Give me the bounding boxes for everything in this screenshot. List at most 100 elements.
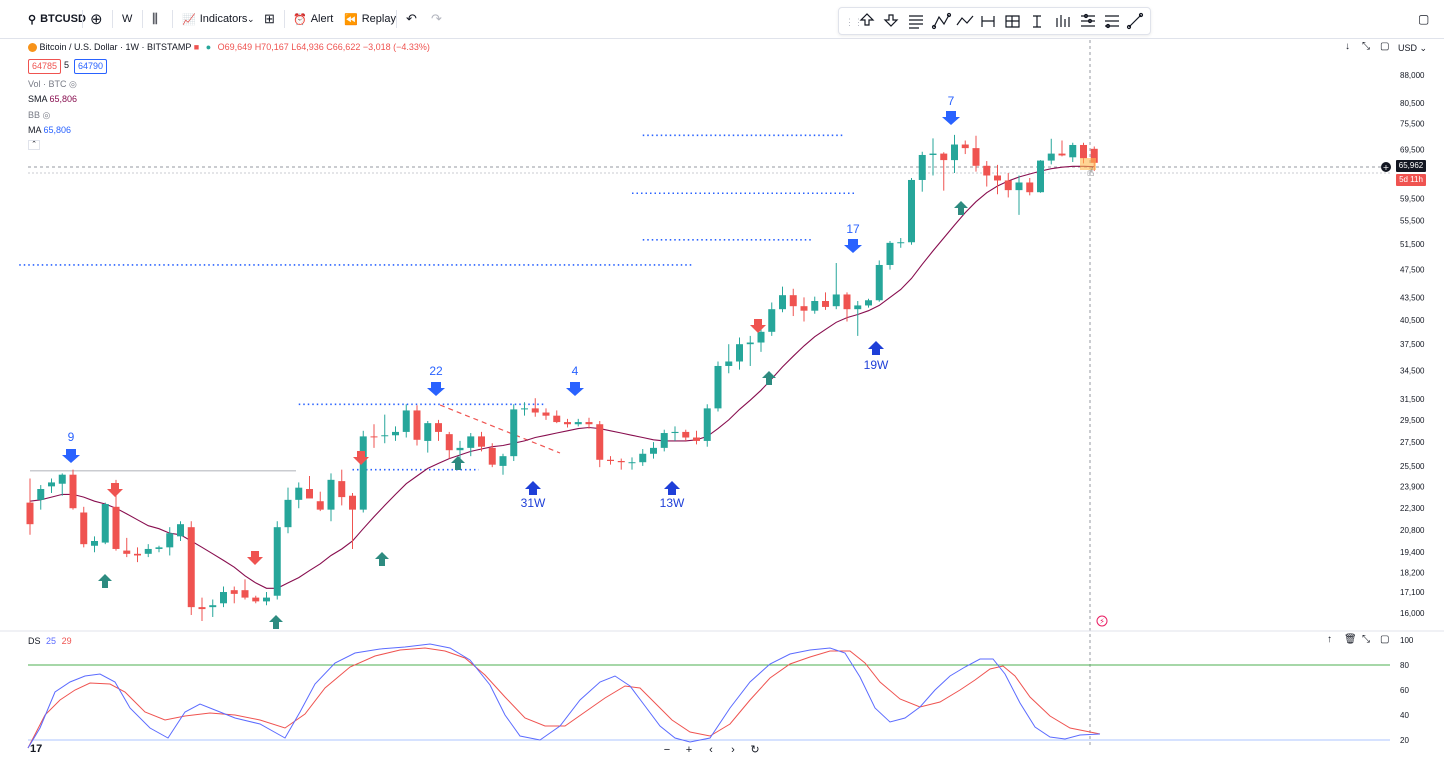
collapse-arrows-icon[interactable]: ⤡ <box>1362 634 1370 645</box>
candle-body <box>48 482 55 487</box>
price-axis-label: 19,400 <box>1400 548 1425 557</box>
candle-body <box>843 294 851 310</box>
candle-body <box>101 504 109 543</box>
blue-up-arrow-icon <box>664 481 680 495</box>
candle-body <box>961 144 969 149</box>
price-chart[interactable]: 88,000 80,500 75,500 69,500 59,500 55,500 51,5… <box>0 0 1444 758</box>
candle-body <box>703 408 711 441</box>
candle-body <box>671 431 679 434</box>
week-label: 19W <box>864 358 889 372</box>
candle-body <box>166 533 174 548</box>
candle-body <box>951 144 958 161</box>
candle-body <box>768 309 776 332</box>
candle-body <box>209 605 217 608</box>
candle-body <box>811 301 819 311</box>
candle-body <box>617 460 625 463</box>
candle-body <box>155 547 163 549</box>
price-axis[interactable]: 88,000 80,500 75,500 69,500 59,500 55,500 51,5… <box>1400 71 1425 618</box>
candle-body <box>80 512 88 545</box>
osc-axis-label: 80 <box>1400 661 1409 670</box>
candle-body <box>607 459 614 461</box>
hand-cursor-icon: ☝ <box>1087 165 1094 179</box>
candle-body <box>596 424 604 460</box>
candle-body <box>542 412 550 416</box>
oscillator-fast-line <box>27 643 1101 749</box>
trash-icon[interactable]: 🗑 <box>1344 634 1357 645</box>
candle-body <box>875 264 883 301</box>
candle-body <box>134 553 141 556</box>
candle-body <box>187 527 195 608</box>
candle-body <box>1058 153 1066 156</box>
candle-body <box>972 148 980 166</box>
candle-body <box>736 344 743 362</box>
candle-body <box>402 410 410 432</box>
candle-body <box>392 431 399 436</box>
scroll-right-icon[interactable]: › <box>724 743 742 757</box>
candle-body <box>198 607 206 610</box>
tradingview-logo-icon[interactable]: 17 <box>30 743 42 755</box>
osc-axis-label: 100 <box>1400 636 1414 645</box>
teal-up-arrow-icon <box>98 574 112 588</box>
red-down-arrow-icon <box>107 483 123 497</box>
candle-body <box>370 436 378 438</box>
price-axis-label: 18,200 <box>1400 568 1425 577</box>
blue-up-arrow-icon <box>868 341 884 355</box>
zoom-in-icon[interactable]: + <box>680 743 698 757</box>
candle-body <box>26 502 34 525</box>
candle-body <box>789 295 797 307</box>
candle-body <box>295 487 303 500</box>
week-label: 13W <box>660 496 685 510</box>
count-label: 4 <box>572 364 579 378</box>
move-pane-up-icon[interactable]: ↑ <box>1327 634 1332 645</box>
candle-body <box>650 447 657 454</box>
candle-body <box>725 361 733 366</box>
candle-body <box>574 422 582 425</box>
week-label: 31W <box>521 496 546 510</box>
candle-body <box>316 501 324 510</box>
candle-body <box>897 242 905 244</box>
candle-body <box>1080 144 1087 159</box>
candle-body <box>639 453 647 463</box>
count-label: 22 <box>429 364 443 378</box>
candle-body <box>338 481 346 498</box>
candle-body <box>220 592 227 604</box>
oscillator-legend[interactable]: DS 25 29 <box>28 636 72 646</box>
price-axis-label: 55,500 <box>1400 216 1425 225</box>
candle-body <box>252 597 260 602</box>
candle-body <box>918 154 926 180</box>
price-axis-label: 69,500 <box>1400 145 1425 154</box>
candle-body <box>478 436 485 447</box>
candle-body <box>284 499 292 528</box>
price-axis-label: 37,500 <box>1400 340 1425 349</box>
candle-body <box>112 506 120 549</box>
red-down-arrow-icon <box>247 551 263 565</box>
last-price-label: 65,962 <box>1396 160 1426 172</box>
count-label: 9 <box>68 430 75 444</box>
candle-body <box>693 437 700 441</box>
bar-countdown-label: 5d 11h <box>1396 174 1426 186</box>
blue-down-arrow-icon <box>844 239 862 253</box>
candle-body <box>37 489 45 500</box>
price-axis-label: 88,000 <box>1400 71 1425 80</box>
price-axis-label: 47,500 <box>1400 266 1425 275</box>
count-label: 17 <box>846 222 860 236</box>
scroll-left-icon[interactable]: ‹ <box>702 743 720 757</box>
teal-up-arrow-icon <box>451 456 465 470</box>
candle-body <box>306 489 313 499</box>
candle-body <box>359 436 367 510</box>
blue-down-arrow-icon <box>427 382 445 396</box>
price-axis-label: 80,500 <box>1400 99 1425 108</box>
candle-body <box>908 179 915 243</box>
candle-body <box>1069 144 1077 158</box>
candle-body <box>854 305 862 310</box>
candle-body <box>983 165 991 176</box>
osc-axis-label: 20 <box>1400 736 1409 745</box>
maximize-pane-icon[interactable]: ▢ <box>1380 634 1389 645</box>
reset-chart-icon[interactable]: ↻ <box>746 743 764 757</box>
candle-body <box>628 462 636 464</box>
oscillator-param-2: 29 <box>61 636 72 646</box>
price-axis-label: 40,500 <box>1400 316 1425 325</box>
zoom-out-icon[interactable]: − <box>658 743 676 757</box>
candle-body <box>682 431 690 438</box>
price-axis-label: 43,500 <box>1400 293 1425 302</box>
